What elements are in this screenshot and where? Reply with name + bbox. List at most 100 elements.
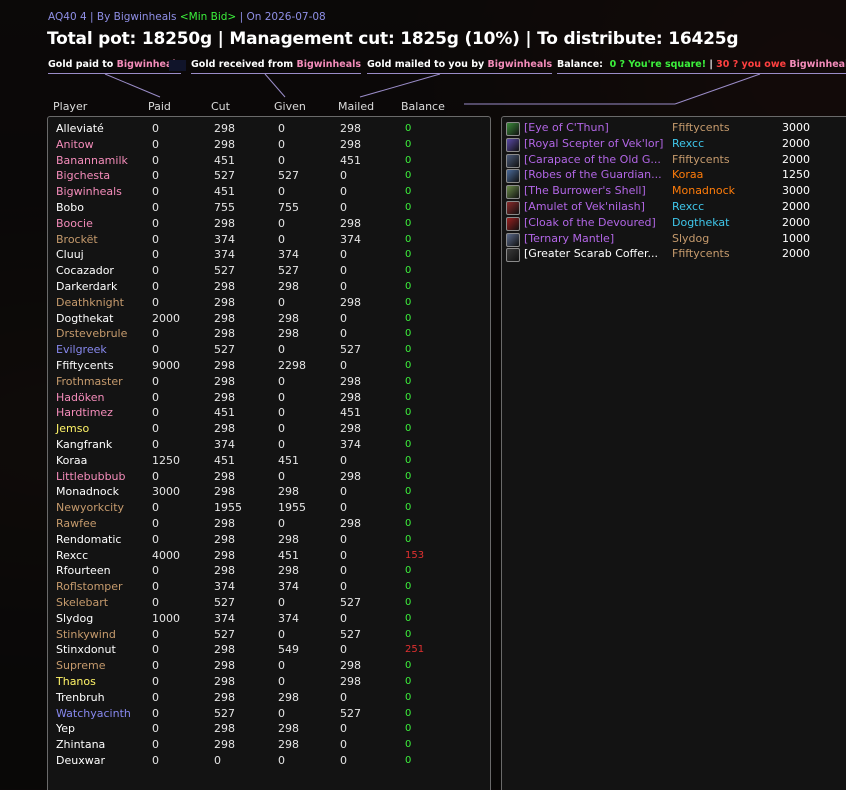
table-row[interactable]: Hadöken 0 298 0 298 0 [48,391,488,407]
table-row[interactable]: Banannamilk 0 451 0 451 0 [48,154,488,170]
item-link[interactable]: [Royal Scepter of Vek'lor] [524,137,670,150]
table-row[interactable]: Trenbruh 0 298 298 0 0 [48,691,488,707]
table-row[interactable]: Rfourteen 0 298 298 0 0 [48,564,488,580]
loot-item[interactable]: [Cloak of the Devoured] Dogthekat 2000 [502,216,842,232]
cut-value: 298 [214,722,235,736]
balance-value: 0 [405,518,412,529]
table-row[interactable]: Stinkywind 0 527 0 527 0 [48,628,488,644]
table-row[interactable]: Cocazador 0 527 527 0 0 [48,264,488,280]
table-row[interactable]: Monadnock 3000 298 298 0 0 [48,485,488,501]
player-name: Anitow [56,137,94,151]
table-row[interactable]: Littlebubbub 0 298 0 298 0 [48,470,488,486]
table-row[interactable]: Cluuj 0 374 374 0 0 [48,248,488,264]
mailed-value: 298 [340,517,361,530]
item-link[interactable]: [Amulet of Vek'nilash] [524,200,670,213]
table-row[interactable]: Slydog 1000 374 374 0 0 [48,612,488,628]
table-row[interactable]: Stinxdonut 0 298 549 0 251 [48,643,488,659]
col-header-paid[interactable]: Paid [148,100,171,113]
cut-value: 374 [214,611,235,625]
player-name: Skelebart [56,596,109,609]
table-row[interactable]: Alleviaté 0 298 0 298 0 [48,122,488,138]
table-row[interactable]: Hardtimez 0 451 0 451 0 [48,406,488,422]
table-row[interactable]: Watchyacinth 0 527 0 527 0 [48,707,488,723]
balance-value: 0 [405,249,412,261]
loot-item[interactable]: [Amulet of Vek'nilash] Rexcc 2000 [502,200,842,216]
balance-value: 0 [405,439,412,450]
item-link[interactable]: [Robes of the Guardian... [524,168,670,181]
cut-value: 298 [214,564,235,578]
legend-paid: Gold paid to Bigwinheals [48,59,182,74]
loot-item[interactable]: [Carapace of the Old G... Ffiftycents 2000 [502,153,842,169]
table-row[interactable]: Zhintana 0 298 298 0 0 [48,738,488,754]
item-link[interactable]: [Ternary Mantle] [524,232,670,245]
table-row[interactable]: Dogthekat 2000 298 298 0 0 [48,312,488,328]
table-row[interactable]: Jemso 0 298 0 298 0 [48,422,488,438]
table-row[interactable]: Evilgreek 0 527 0 527 0 [48,343,488,359]
paid-value: 0 [152,295,159,309]
loot-item[interactable]: [Ternary Mantle] Slydog 1000 [502,232,842,248]
table-row[interactable]: Rendomatic 0 298 298 0 0 [48,533,488,549]
col-header-balance[interactable]: Balance [401,100,445,113]
table-row[interactable]: Bobo 0 755 755 0 0 [48,201,488,217]
paid-value: 0 [152,248,159,262]
cut-value: 298 [214,548,235,562]
robes-icon [506,169,520,184]
table-row[interactable]: Brockët 0 374 0 374 0 [48,233,488,249]
paid-value: 0 [152,343,159,357]
paid-value: 2000 [152,311,180,325]
loot-item[interactable]: [Eye of C'Thun] Ffiftycents 3000 [502,121,842,137]
table-row[interactable]: Drstevebrule 0 298 298 0 0 [48,327,488,343]
table-row[interactable]: Bigwinheals 0 451 0 0 0 [48,185,488,201]
player-name: Koraa [56,453,88,467]
table-row[interactable]: Darkerdark 0 298 298 0 0 [48,280,488,296]
table-row[interactable]: Thanos 0 298 0 298 0 [48,675,488,691]
balance-value: 0 [405,344,412,356]
table-row[interactable]: Kangfrank 0 374 0 374 0 [48,438,488,454]
table-row[interactable]: Koraa 1250 451 451 0 0 [48,454,488,470]
col-header-player[interactable]: Player [53,100,87,113]
table-row[interactable]: Deathknight 0 298 0 298 0 [48,296,488,312]
table-row[interactable]: Roflstomper 0 374 374 0 0 [48,580,488,596]
date-prefix: On [246,11,262,23]
table-row[interactable]: Boocie 0 298 0 298 0 [48,217,488,233]
loot-item[interactable]: [Royal Scepter of Vek'lor] Rexcc 2000 [502,137,842,153]
col-header-cut[interactable]: Cut [211,100,230,113]
balance-value: 0 [405,328,412,340]
item-bid: 3000 [782,121,810,134]
loot-item[interactable]: [The Burrower's Shell] Monadnock 3000 [502,184,842,200]
given-value: 0 [278,706,285,720]
table-row[interactable]: Yep 0 298 298 0 0 [48,722,488,738]
table-row[interactable]: Newyorkcity 0 1955 1955 0 0 [48,501,488,517]
table-row[interactable]: Ffiftycents 9000 298 2298 0 0 [48,359,488,375]
item-link[interactable]: [Carapace of the Old G... [524,153,670,166]
paid-value: 0 [152,169,159,183]
cut-value: 451 [214,406,235,420]
table-row[interactable]: Skelebart 0 527 0 527 0 [48,596,488,612]
table-row[interactable]: Rawfee 0 298 0 298 0 [48,517,488,533]
item-link[interactable]: [Cloak of the Devoured] [524,216,670,229]
table-row[interactable]: Bigchesta 0 527 527 0 0 [48,169,488,185]
table-row[interactable]: Frothmaster 0 298 0 298 0 [48,375,488,391]
balance-value: 0 [405,691,412,703]
given-value: 0 [278,675,285,688]
player-name: Bobo [56,201,84,214]
col-header-mailed[interactable]: Mailed [338,100,374,113]
players-table: Alleviaté 0 298 0 298 0 Anitow 0 298 0 298 0 Bananna… [47,116,491,790]
loot-item[interactable]: [Greater Scarab Coffer... Ffiftycents 2000 [502,247,842,263]
table-row[interactable]: Anitow 0 298 0 298 0 [48,138,488,154]
given-value: 0 [278,627,285,641]
cut-value: 527 [214,343,235,357]
cut-value: 298 [214,311,235,325]
balance-value: 0 [405,581,412,593]
player-name: Yep [56,722,76,736]
table-row[interactable]: Rexcc 4000 298 451 0 153 [48,549,488,565]
table-row[interactable]: Supreme 0 298 0 298 0 [48,659,488,675]
item-link[interactable]: [Eye of C'Thun] [524,121,670,134]
loot-item[interactable]: [Robes of the Guardian... Koraa 1250 [502,168,842,184]
table-row[interactable]: Deuxwar 0 0 0 0 0 [48,754,488,770]
item-link[interactable]: [The Burrower's Shell] [524,184,670,197]
col-header-given[interactable]: Given [274,100,306,113]
balance-value: 0 [405,612,412,624]
item-link[interactable]: [Greater Scarab Coffer... [524,247,670,260]
paid-value: 0 [152,374,159,388]
